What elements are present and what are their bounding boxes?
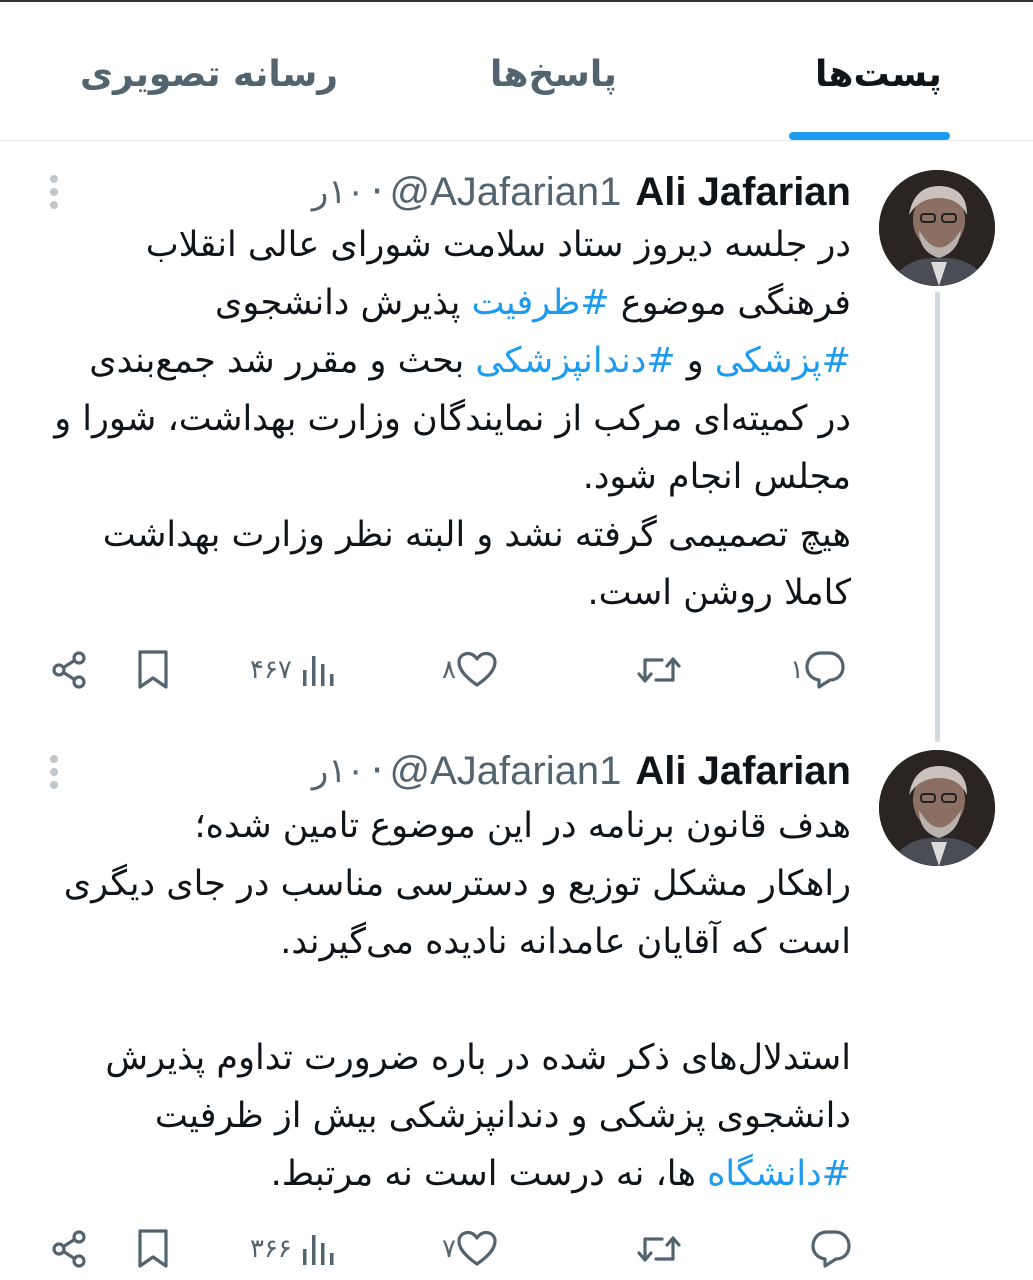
bookmark-button[interactable] bbox=[136, 643, 170, 697]
likes-count: ۸ bbox=[442, 655, 456, 685]
share-button[interactable] bbox=[50, 643, 90, 697]
hashtag-link[interactable]: #ظرفیت bbox=[472, 283, 610, 323]
views-count: ۳۶۶ bbox=[250, 1234, 292, 1264]
reply-button[interactable]: ۱ bbox=[790, 643, 846, 697]
author-name[interactable]: Ali Jafarian bbox=[635, 170, 851, 215]
heart-icon bbox=[457, 1230, 497, 1266]
retweet-icon bbox=[637, 1236, 681, 1262]
active-tab-indicator bbox=[789, 132, 950, 140]
likes-count: ۷ bbox=[442, 1234, 456, 1264]
more-options-icon[interactable] bbox=[47, 755, 61, 795]
like-button[interactable]: ۷ bbox=[442, 1222, 498, 1276]
replies-count: ۱ bbox=[790, 655, 804, 685]
share-icon bbox=[52, 1230, 86, 1268]
heart-icon bbox=[457, 651, 497, 687]
share-button[interactable] bbox=[50, 1222, 90, 1276]
views-icon bbox=[302, 656, 334, 686]
tweet-line: هدف قانون برنامه در این موضوع تامین شده؛ bbox=[194, 806, 851, 846]
bookmark-icon bbox=[138, 650, 168, 689]
tweet-line: #دانشگاه ها، نه درست است نه مرتبط. bbox=[270, 1154, 851, 1194]
thread-connector-line bbox=[935, 292, 940, 742]
tweet-line: مجلس انجام شود. bbox=[582, 457, 851, 497]
tweet-line: در کمیته‌ای مرکب از نمایندگان وزارت بهدا… bbox=[54, 399, 851, 439]
reply-icon bbox=[811, 1230, 851, 1268]
author-name[interactable]: Ali Jafarian bbox=[635, 749, 851, 794]
retweet-button[interactable] bbox=[636, 643, 682, 697]
tweet-header: Ali Jafarian @AJafarian1 · ۱۰ر bbox=[312, 746, 851, 796]
views-count: ۴۶۷ bbox=[250, 655, 292, 685]
tweet-actions: ۴۶۷ ۸ ۱ bbox=[40, 643, 860, 697]
tweet-text: هدف قانون برنامه در این موضوع تامین شده؛… bbox=[64, 797, 851, 1203]
tab-replies[interactable]: پاسخ‌ها bbox=[490, 54, 617, 95]
tweet-line: استدلال‌های ذکر شده در باره ضرورت تداوم … bbox=[105, 1038, 851, 1078]
tweet-line: در جلسه دیروز ستاد سلامت شورای عالی انقل… bbox=[145, 225, 851, 265]
author-handle[interactable]: @AJafarian1 bbox=[390, 749, 622, 794]
hashtag-link[interactable]: #پزشکی bbox=[715, 341, 851, 381]
avatar[interactable] bbox=[879, 750, 995, 866]
hashtag-link[interactable]: #دانشگاه bbox=[707, 1154, 851, 1194]
avatar[interactable] bbox=[879, 170, 995, 286]
profile-tabs: رسانه تصویری پاسخ‌ها پست‌ها bbox=[0, 2, 1033, 141]
tweet-line: هیچ تصمیمی گرفته نشد و البته نظر وزارت ب… bbox=[102, 515, 851, 555]
more-options-icon[interactable] bbox=[47, 175, 61, 215]
tweet-time[interactable]: ۱۰ر bbox=[312, 751, 365, 791]
reply-button[interactable] bbox=[810, 1222, 852, 1276]
tweet-line: #پزشکی و #دندانپزشکی بحث و مقرر شد جمع‌ب… bbox=[89, 341, 851, 381]
tweet-header: Ali Jafarian @AJafarian1 · ۱۰ر bbox=[312, 167, 851, 217]
tab-media[interactable]: رسانه تصویری bbox=[80, 54, 338, 95]
tweet-text: در جلسه دیروز ستاد سلامت شورای عالی انقل… bbox=[54, 216, 851, 622]
bookmark-button[interactable] bbox=[136, 1222, 170, 1276]
share-icon bbox=[52, 651, 86, 689]
tab-posts[interactable]: پست‌ها bbox=[815, 54, 942, 95]
tweet-line: فرهنگی موضوع #ظرفیت پذیرش دانشجوی bbox=[215, 283, 851, 323]
views-button[interactable]: ۴۶۷ bbox=[250, 643, 336, 697]
tweet-time[interactable]: ۱۰ر bbox=[312, 172, 365, 212]
retweet-button[interactable] bbox=[636, 1222, 682, 1276]
views-button[interactable]: ۳۶۶ bbox=[250, 1222, 336, 1276]
tweet-line: دانشجوی پزشکی و دندانپزشکی بیش از ظرفیت bbox=[154, 1096, 851, 1136]
views-icon bbox=[302, 1235, 334, 1265]
like-button[interactable]: ۸ bbox=[442, 643, 498, 697]
separator-dot: · bbox=[370, 748, 384, 794]
tweet-line: راهکار مشکل توزیع و دسترسی مناسب در جای … bbox=[63, 864, 851, 904]
hashtag-link[interactable]: #دندانپزشکی bbox=[475, 341, 675, 381]
tweet-line: کاملا روشن است. bbox=[587, 573, 851, 613]
reply-icon bbox=[805, 651, 845, 689]
tweet-actions: ۳۶۶ ۷ bbox=[40, 1222, 860, 1276]
bookmark-icon bbox=[138, 1229, 168, 1268]
author-handle[interactable]: @AJafarian1 bbox=[390, 170, 622, 215]
separator-dot: · bbox=[370, 169, 384, 215]
tweet-line: است که آقایان عامدانه نادیده می‌گیرند. bbox=[280, 922, 851, 962]
retweet-icon bbox=[637, 657, 681, 683]
